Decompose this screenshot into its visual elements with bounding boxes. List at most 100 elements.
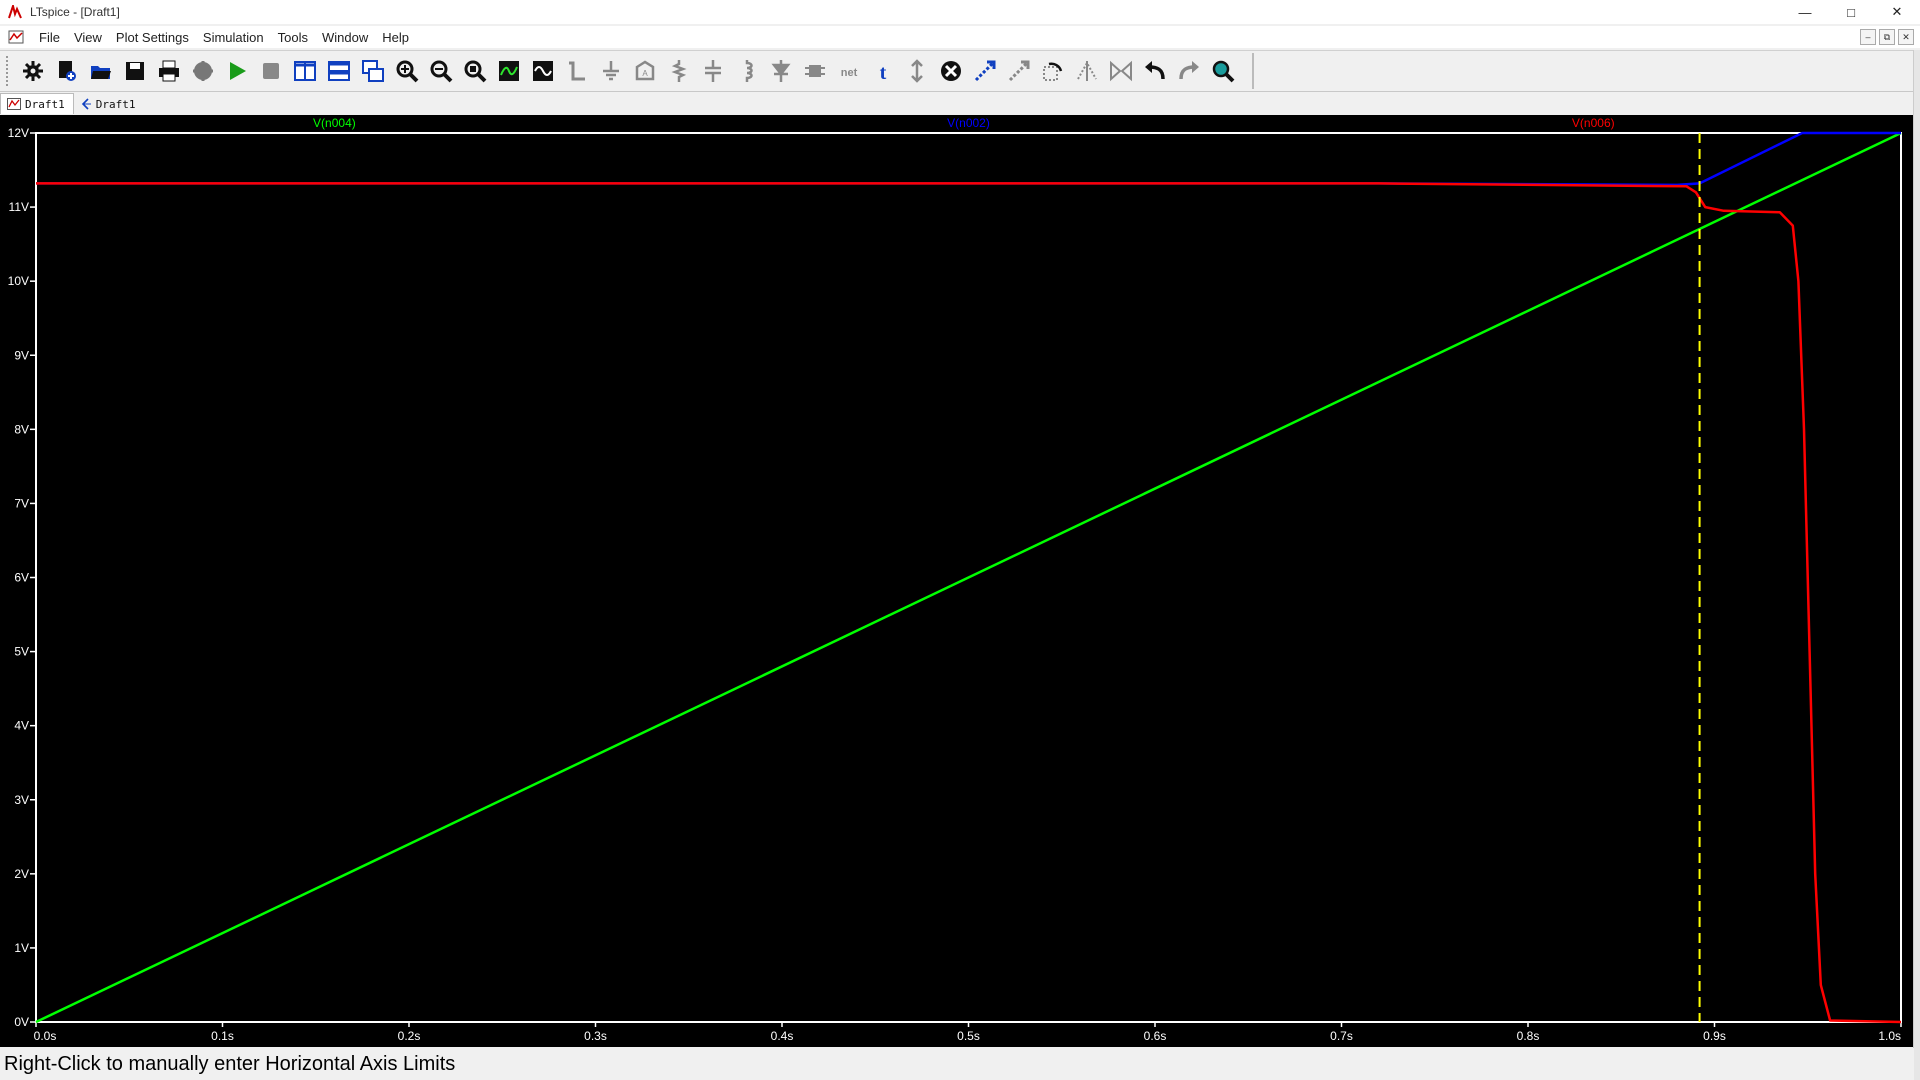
close-icon[interactable]: ✕ xyxy=(1874,0,1920,24)
cascade-icon xyxy=(362,60,384,82)
zoom-in-icon xyxy=(396,60,419,83)
minimize-icon[interactable]: — xyxy=(1782,0,1828,24)
drag-button[interactable] xyxy=(1004,56,1034,86)
new-schematic-icon xyxy=(59,61,76,81)
zoom-out-button[interactable] xyxy=(426,56,456,86)
net-label-button[interactable]: A xyxy=(630,56,660,86)
flip-button[interactable] xyxy=(1106,56,1136,86)
x-tick-label: 0.2s xyxy=(398,1029,421,1043)
zoom-fit-button[interactable] xyxy=(460,56,490,86)
drag-icon xyxy=(1008,60,1030,82)
mdi-restore-icon[interactable]: ⧉ xyxy=(1879,29,1895,45)
net-name-button[interactable]: net xyxy=(834,56,864,86)
spice-directive-button[interactable] xyxy=(902,56,932,86)
gear-icon xyxy=(23,61,43,81)
flip-icon xyxy=(1110,60,1132,82)
svg-text:t: t xyxy=(880,62,887,83)
undo-button[interactable] xyxy=(1140,56,1170,86)
document-tabs: Draft1 Draft1 xyxy=(0,92,1920,114)
gear-button[interactable] xyxy=(18,56,48,86)
y-tick-label: 4V xyxy=(14,719,29,733)
tile-horizontal-icon xyxy=(328,61,350,81)
tile-vertical-button[interactable] xyxy=(290,56,320,86)
tile-horizontal-button[interactable] xyxy=(324,56,354,86)
diode-button[interactable] xyxy=(766,56,796,86)
menu-file[interactable]: File xyxy=(32,30,67,45)
move-button[interactable] xyxy=(970,56,1000,86)
mirror-icon xyxy=(1077,60,1097,81)
waveform-tab-icon xyxy=(81,98,91,110)
legend-label: V(n006) xyxy=(1572,116,1615,130)
component-button[interactable] xyxy=(800,56,830,86)
menu-help[interactable]: Help xyxy=(375,30,416,45)
vertical-scrollbar[interactable] xyxy=(1913,50,1920,1080)
autorange-icon xyxy=(499,61,519,81)
status-text: Right-Click to manually enter Horizontal… xyxy=(4,1052,456,1075)
x-tick-label: 0.3s xyxy=(584,1029,607,1043)
tile-vertical-icon xyxy=(294,61,316,81)
move-icon xyxy=(974,60,996,82)
x-tick-label: 0.8s xyxy=(1517,1029,1540,1043)
halt-button[interactable] xyxy=(188,56,218,86)
cascade-button[interactable] xyxy=(358,56,388,86)
stop-icon xyxy=(263,63,279,79)
tab-label: Draft1 xyxy=(95,97,136,111)
menu-simulation[interactable]: Simulation xyxy=(196,30,271,45)
menu-tools[interactable]: Tools xyxy=(271,30,315,45)
waveform-chart[interactable]: 0V 1V 2V 3V 4V 5V 6V 7V 8V 9V 10V 11V 12V 0.0s 0.1s 0.2… xyxy=(0,115,1914,1047)
inductor-button[interactable] xyxy=(732,56,762,86)
rotate-button[interactable] xyxy=(1038,56,1068,86)
y-tick-label: 2V xyxy=(14,867,29,881)
mirror-button[interactable] xyxy=(1072,56,1102,86)
y-tick-label: 11V xyxy=(9,200,29,214)
y-tick-label: 1V xyxy=(14,941,29,955)
waveform-viewer[interactable]: 0V 1V 2V 3V 4V 5V 6V 7V 8V 9V 10V 11V 12V 0.0s 0.1s 0.2… xyxy=(0,115,1914,1047)
diode-icon xyxy=(771,60,791,82)
new-schematic-button[interactable] xyxy=(52,56,82,86)
mdi-minimize-icon[interactable]: – xyxy=(1860,29,1876,45)
toolbar-grip[interactable] xyxy=(6,56,12,86)
x-tick-label: 0.7s xyxy=(1330,1029,1353,1043)
net-label-icon: A xyxy=(635,60,655,81)
delete-button[interactable] xyxy=(936,56,966,86)
series-line-vn004 xyxy=(35,131,1902,1024)
print-button[interactable] xyxy=(154,56,184,86)
tab-waveform[interactable]: Draft1 xyxy=(74,94,144,114)
menu-plot-settings[interactable]: Plot Settings xyxy=(109,30,196,45)
x-tick-label: 0.1s xyxy=(211,1029,234,1043)
resistor-button[interactable] xyxy=(664,56,694,86)
tab-schematic[interactable]: Draft1 xyxy=(0,93,74,114)
find-icon xyxy=(1212,60,1235,83)
open-button[interactable] xyxy=(86,56,116,86)
document-icon[interactable] xyxy=(8,30,26,44)
component-icon xyxy=(805,65,825,77)
y-tick-label: 0V xyxy=(14,1015,29,1029)
maximize-icon[interactable]: □ xyxy=(1828,0,1874,24)
save-icon xyxy=(126,62,144,80)
redo-button[interactable] xyxy=(1174,56,1204,86)
save-button[interactable] xyxy=(120,56,150,86)
capacitor-button[interactable] xyxy=(698,56,728,86)
run-button[interactable] xyxy=(222,56,252,86)
open-icon xyxy=(91,66,111,79)
text-button[interactable]: t xyxy=(868,56,898,86)
print-icon xyxy=(159,60,179,82)
stop-button[interactable] xyxy=(256,56,286,86)
ground-button[interactable] xyxy=(596,56,626,86)
autorange-button[interactable] xyxy=(494,56,524,86)
waveform-icon xyxy=(533,61,553,81)
find-button[interactable] xyxy=(1208,56,1238,86)
mdi-close-icon[interactable]: ✕ xyxy=(1898,29,1914,45)
spice-directive-icon xyxy=(911,59,923,83)
run-icon xyxy=(230,62,246,80)
legend-label: V(n002) xyxy=(947,116,990,130)
toolbar-divider xyxy=(1252,53,1254,89)
zoom-in-button[interactable] xyxy=(392,56,422,86)
waveform-button[interactable] xyxy=(528,56,558,86)
menu-view[interactable]: View xyxy=(67,30,109,45)
y-tick-label: 12V xyxy=(8,126,29,140)
menu-window[interactable]: Window xyxy=(315,30,375,45)
x-tick-label: 1.0s xyxy=(1878,1029,1901,1043)
wire-button[interactable] xyxy=(562,56,592,86)
x-tick-label: 0.0s xyxy=(34,1029,57,1043)
